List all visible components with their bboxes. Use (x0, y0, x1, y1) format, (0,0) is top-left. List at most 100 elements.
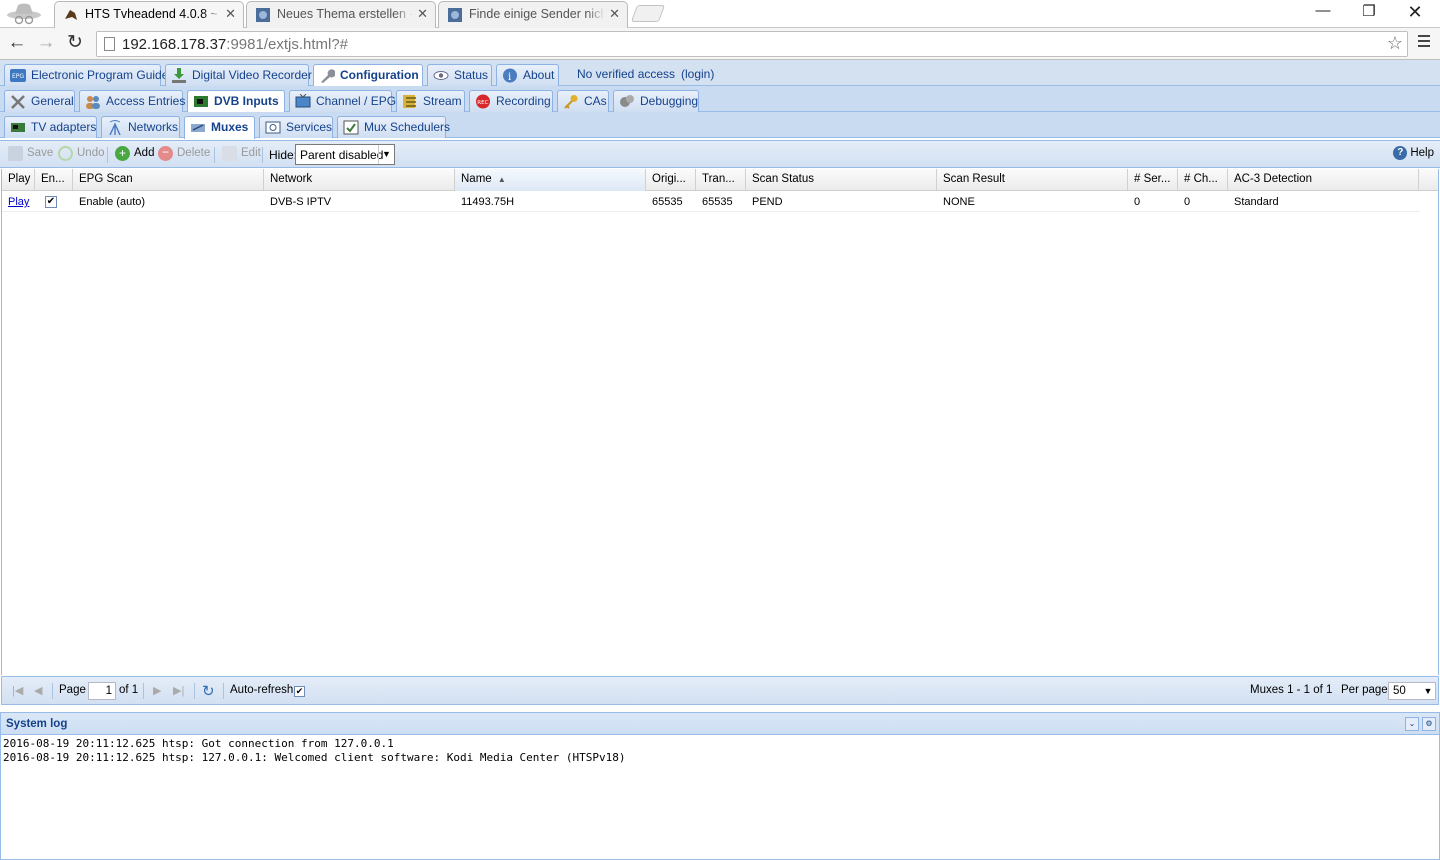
next-page-icon[interactable]: ▶ (153, 684, 161, 697)
previous-page-icon[interactable]: ◀ (34, 684, 42, 697)
tab-label: Electronic Program Guide (31, 68, 169, 82)
toolbar-separator (107, 147, 108, 163)
new-tab-button[interactable] (630, 5, 666, 22)
close-tab-icon[interactable]: ✕ (225, 6, 236, 22)
tab-general[interactable]: General (4, 90, 75, 112)
undo-button[interactable]: Undo (58, 146, 105, 161)
chevron-down-icon: ▼ (1423, 686, 1433, 696)
tab-channel-epg[interactable]: Channel / EPG (289, 90, 396, 112)
auto-refresh-checkbox[interactable]: ✔ (294, 686, 305, 697)
help-button[interactable]: ? Help (1393, 146, 1434, 160)
log-line: 2016-08-19 20:11:12.625 htsp: Got connec… (3, 737, 394, 750)
tab-recording[interactable]: REC Recording (469, 90, 553, 112)
add-button[interactable]: + Add (115, 146, 154, 161)
tab-dvb-inputs[interactable]: DVB Inputs (187, 90, 285, 113)
reload-icon[interactable]: ↻ (62, 32, 88, 56)
sort-ascending-icon: ▲ (497, 175, 506, 184)
tab-access-entries[interactable]: Access Entries (79, 90, 185, 112)
page-number-input[interactable]: 1 (88, 682, 116, 700)
column-header-scan-result[interactable]: Scan Result (937, 169, 1128, 191)
close-tab-icon[interactable]: ✕ (609, 6, 620, 22)
edit-icon (222, 146, 237, 161)
column-header-epg-scan[interactable]: EPG Scan (73, 169, 264, 191)
download-icon (172, 68, 186, 83)
play-link[interactable]: Play (8, 196, 29, 208)
settings-icon[interactable]: ⚙ (1422, 717, 1436, 731)
tab-label: Muxes (211, 120, 249, 134)
ac3-detection-cell: Standard (1234, 196, 1279, 208)
column-header-services[interactable]: # Ser... (1128, 169, 1178, 191)
column-header-enabled[interactable]: En... (35, 169, 73, 191)
save-button[interactable]: Save (8, 146, 53, 161)
column-header-name[interactable]: Name ▲ (455, 169, 646, 191)
column-header-channels[interactable]: # Ch... (1178, 169, 1228, 191)
edit-button[interactable]: Edit (222, 146, 261, 161)
chrome-menu-icon[interactable] (1418, 35, 1430, 50)
tab-label: Configuration (340, 68, 419, 82)
browser-tab-finde-sender[interactable]: Finde einige Sender nicht - Tvheadend ✕ (438, 1, 628, 28)
tab-configuration[interactable]: Configuration (313, 64, 423, 87)
column-header-ac3-detection[interactable]: AC-3 Detection (1228, 169, 1419, 191)
delete-button[interactable]: − Delete (158, 146, 211, 161)
tab-cas[interactable]: CAs (557, 90, 609, 112)
forward-icon[interactable]: → (33, 32, 59, 56)
undo-icon (58, 146, 73, 161)
grid-header: Play En... EPG Scan Network Name ▲ Origi… (2, 169, 1438, 191)
epg-icon: EPG (10, 69, 26, 82)
per-page-label: Per page (1341, 684, 1388, 696)
per-page-select[interactable]: 50 ▼ (1388, 682, 1436, 700)
tab-dvr[interactable]: Digital Video Recorder (165, 64, 312, 86)
enabled-checkbox[interactable]: ✔ (45, 196, 57, 208)
collapse-icon[interactable]: ⌄ (1405, 717, 1419, 731)
column-header-scan-status[interactable]: Scan Status (746, 169, 937, 191)
main-tabbar: EPG Electronic Program Guide Digital Vid… (0, 60, 1440, 87)
bookmark-star-icon[interactable]: ☆ (1387, 33, 1403, 54)
restore-icon[interactable]: ❐ (1346, 2, 1392, 24)
back-icon[interactable]: ← (4, 32, 30, 56)
address-bar[interactable]: 192.168.178.37:9981/extjs.html?# ☆ (96, 31, 1408, 57)
delete-label: Delete (177, 147, 211, 159)
tab-about[interactable]: i About (496, 64, 559, 86)
browser-tab-tvheadend[interactable]: HTS Tvheadend 4.0.8 ~ Open ✕ (54, 1, 244, 29)
tab-muxes[interactable]: Muxes (184, 116, 255, 139)
auto-refresh-label: Auto-refresh (230, 684, 294, 696)
eye-icon (433, 71, 449, 80)
tools-icon (11, 95, 25, 109)
epg-scan-cell: Enable (auto) (79, 196, 146, 208)
first-page-icon[interactable]: |◀ (12, 684, 23, 697)
info-icon: i (503, 68, 517, 83)
config-tabbar: General Access Entries DVB Inputs Channe… (0, 86, 1440, 113)
page-count: of 1 (119, 684, 139, 696)
dvb-tabbar: TV adapters Networks Muxes Services Mux … (0, 112, 1440, 139)
tab-status[interactable]: Status (427, 64, 492, 86)
key-icon (564, 95, 578, 109)
close-tab-icon[interactable]: ✕ (417, 6, 428, 22)
column-header-play[interactable]: Play (2, 169, 35, 191)
close-window-icon[interactable]: ✕ (1392, 2, 1438, 24)
last-page-icon[interactable]: ▶| (173, 684, 184, 697)
add-icon: + (115, 146, 130, 161)
tab-services[interactable]: Services (259, 116, 333, 138)
column-header-network[interactable]: Network (264, 169, 455, 191)
hide-select[interactable]: Parent disabled ▼ (295, 144, 395, 165)
column-header-original-network-id[interactable]: Origi... (646, 169, 696, 191)
refresh-icon[interactable]: ↻ (202, 682, 215, 700)
name-cell: 11493.75H (461, 196, 515, 208)
tab-mux-schedulers[interactable]: Mux Schedulers (337, 116, 450, 138)
tab-epg[interactable]: EPG Electronic Program Guide (4, 64, 168, 86)
minimize-icon[interactable]: — (1300, 2, 1346, 24)
tab-networks[interactable]: Networks (101, 116, 180, 138)
hide-label: Hide: (269, 148, 298, 162)
tab-debugging[interactable]: Debugging (613, 90, 699, 112)
muxes-grid: Play En... EPG Scan Network Name ▲ Origi… (1, 169, 1439, 675)
browser-tab-neues-thema[interactable]: Neues Thema erstellen - Tvheadend ✕ (246, 1, 436, 28)
table-row[interactable]: Play ✔ Enable (auto) DVB-S IPTV 11493.75… (2, 191, 1420, 212)
grid-toolbar: Save Undo + Add − Delete Edit Hide: Pare… (0, 140, 1440, 168)
tab-label: Stream (423, 94, 462, 108)
column-header-transport-stream-id[interactable]: Tran... (696, 169, 746, 191)
help-icon: ? (1393, 146, 1408, 160)
tab-tv-adapters[interactable]: TV adapters (4, 116, 97, 138)
tab-stream[interactable]: Stream (396, 90, 465, 112)
login-link[interactable]: (login) (681, 67, 714, 81)
original-network-id-cell: 65535 (652, 196, 683, 208)
